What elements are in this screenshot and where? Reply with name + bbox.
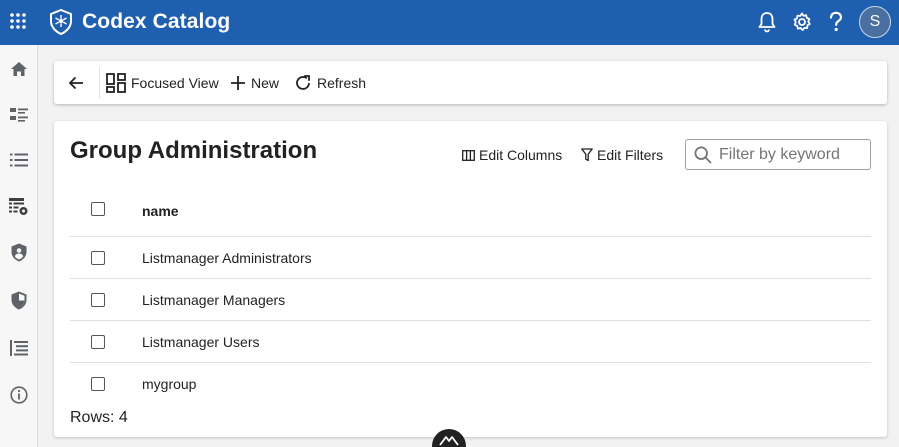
sidebar — [0, 45, 38, 447]
list-detail-icon[interactable] — [8, 104, 30, 126]
page-title: Group Administration — [70, 137, 318, 164]
focused-view-label: Focused View — [131, 75, 219, 91]
top-bar: Codex Catalog S — [0, 0, 899, 45]
row-checkbox[interactable] — [91, 377, 105, 391]
shield-user-icon[interactable] — [8, 241, 30, 263]
edit-columns-label: Edit Columns — [479, 147, 563, 163]
table-row[interactable]: mygroup — [70, 363, 871, 405]
new-button[interactable]: New — [230, 71, 279, 95]
list-icon[interactable] — [8, 149, 30, 171]
columns-icon — [462, 149, 475, 161]
table-header-row: name — [70, 188, 871, 237]
edit-columns-button[interactable]: Edit Columns — [462, 147, 562, 163]
group-name-cell[interactable]: mygroup — [142, 376, 196, 392]
column-header-name[interactable]: name — [142, 203, 179, 219]
plus-icon — [231, 76, 245, 90]
avatar[interactable]: S — [859, 6, 891, 38]
info-icon[interactable] — [8, 384, 30, 406]
row-checkbox[interactable] — [91, 335, 105, 349]
help-icon[interactable] — [824, 10, 848, 34]
toolbar-divider — [99, 67, 100, 99]
mountain-logo-icon — [439, 436, 459, 446]
edit-filters-label: Edit Filters — [597, 147, 664, 163]
refresh-button[interactable]: Refresh — [294, 71, 366, 95]
select-all-checkbox[interactable] — [91, 202, 105, 216]
table-row[interactable]: Listmanager Administrators — [70, 237, 871, 279]
app-title: Codex Catalog — [82, 10, 231, 33]
group-name-cell[interactable]: Listmanager Users — [142, 334, 260, 350]
shield-logo-icon — [50, 9, 72, 35]
search-icon — [694, 145, 712, 164]
gear-icon[interactable] — [790, 10, 814, 34]
brand[interactable]: Codex Catalog — [49, 9, 230, 35]
table-row[interactable]: Listmanager Managers — [70, 279, 871, 321]
keyword-filter — [685, 139, 871, 170]
action-toolbar: Focused View New Refresh — [54, 61, 887, 104]
refresh-icon — [296, 75, 310, 90]
focused-view-button[interactable]: Focused View — [106, 71, 219, 95]
group-admin-card: Group Administration Edit Columns Edit F… — [54, 121, 887, 437]
focused-view-icon — [106, 73, 126, 93]
list-indent-icon[interactable] — [8, 337, 30, 359]
apps-grid-icon[interactable] — [9, 12, 27, 30]
search-input[interactable] — [719, 145, 859, 164]
bell-icon[interactable] — [755, 10, 779, 34]
arrow-left-icon — [68, 76, 83, 90]
shield-icon[interactable] — [8, 289, 30, 311]
rows-count: Rows: 4 — [70, 409, 128, 426]
refresh-label: Refresh — [317, 75, 367, 91]
row-checkbox[interactable] — [91, 293, 105, 307]
new-label: New — [251, 75, 280, 91]
table-row[interactable]: Listmanager Users — [70, 321, 871, 363]
home-icon[interactable] — [8, 58, 30, 80]
row-checkbox[interactable] — [91, 251, 105, 265]
group-name-cell[interactable]: Listmanager Administrators — [142, 250, 312, 266]
table-settings-icon[interactable] — [8, 196, 30, 218]
groups-table: name Listmanager Administrators Listmana… — [70, 188, 871, 405]
back-button[interactable] — [62, 69, 90, 97]
filter-icon — [581, 148, 593, 162]
group-name-cell[interactable]: Listmanager Managers — [142, 292, 285, 308]
edit-filters-button[interactable]: Edit Filters — [581, 147, 663, 163]
